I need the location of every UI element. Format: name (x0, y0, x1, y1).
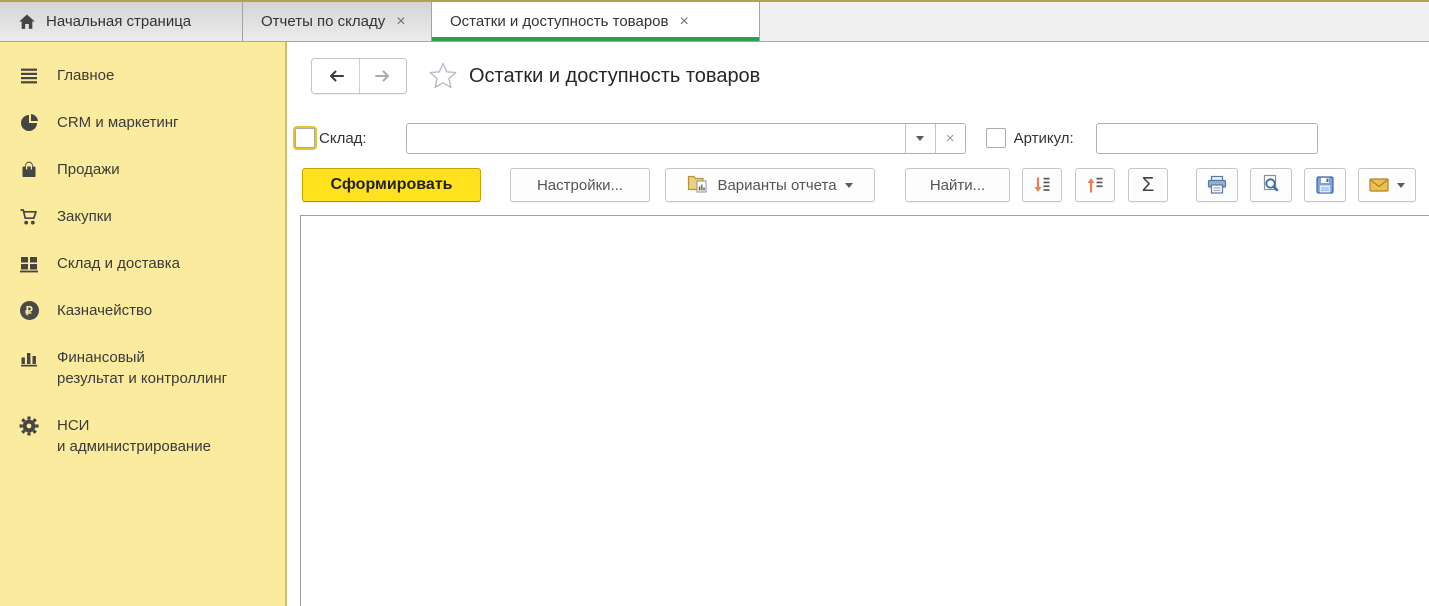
page-title: Остатки и доступность товаров (469, 65, 760, 88)
tab-label: Начальная страница (46, 13, 191, 30)
sidebar-item-nsi-administration[interactable]: НСИ и администрирование (0, 402, 285, 470)
tab-bar: Начальная страница Отчеты по складу × Ос… (0, 0, 1429, 42)
sort-ascending-icon (1085, 175, 1105, 195)
sort-descending-button[interactable] (1022, 168, 1062, 202)
warehouse-clear-button[interactable]: × (935, 124, 965, 153)
gear-icon (18, 416, 40, 436)
sidebar-item-label: Финансовый результат и контроллинг (57, 347, 227, 389)
save-button[interactable] (1304, 168, 1346, 202)
sidebar-item-label: Склад и доставка (57, 253, 180, 274)
clear-icon: × (946, 131, 955, 146)
sidebar: Главное CRM и маркетинг Продажи (0, 42, 287, 606)
sort-descending-icon (1032, 175, 1052, 195)
report-variant-folder-icon (687, 173, 709, 197)
sidebar-item-label: Закупки (57, 206, 112, 227)
warehouse-filter-checkbox[interactable] (295, 128, 315, 148)
close-icon[interactable]: × (395, 14, 406, 30)
pie-chart-icon (18, 113, 40, 133)
print-button[interactable] (1196, 168, 1238, 202)
print-preview-button[interactable] (1250, 168, 1292, 202)
sidebar-item-label: Главное (57, 65, 114, 86)
home-icon (18, 14, 36, 30)
sidebar-item-treasury[interactable]: ₽ Казначейство (0, 287, 285, 334)
warehouse-icon (18, 254, 40, 274)
warehouse-input[interactable] (407, 124, 905, 153)
generate-report-button[interactable]: Сформировать (302, 168, 481, 202)
tab-warehouse-reports[interactable]: Отчеты по складу × (243, 2, 432, 41)
sidebar-item-label: Продажи (57, 159, 120, 180)
tab-home-page[interactable]: Начальная страница (0, 2, 243, 41)
sidebar-item-financial-result[interactable]: Финансовый результат и контроллинг (0, 334, 285, 402)
forward-arrow-icon (374, 69, 392, 83)
report-variants-label: Варианты отчета (717, 177, 836, 194)
article-input[interactable] (1096, 123, 1318, 154)
main-content: Остатки и доступность товаров Склад: × А… (287, 42, 1429, 606)
report-toolbar: Сформировать Настройки... Варианты отчет… (287, 168, 1416, 202)
sidebar-item-label: НСИ и администрирование (57, 415, 211, 457)
chevron-down-icon (845, 183, 853, 188)
report-variants-button[interactable]: Варианты отчета (665, 168, 875, 202)
tab-stock-availability[interactable]: Остатки и доступность товаров × (432, 2, 760, 41)
navigation-row: Остатки и доступность товаров (287, 58, 760, 94)
sidebar-item-label: CRM и маркетинг (57, 112, 178, 133)
sidebar-item-label: Казначейство (57, 300, 152, 321)
warehouse-filter-label: Склад: (319, 130, 367, 147)
send-email-button[interactable] (1358, 168, 1416, 202)
tab-label: Отчеты по складу (261, 13, 385, 30)
back-arrow-icon (327, 69, 345, 83)
sidebar-item-main[interactable]: Главное (0, 52, 285, 99)
favorite-star-icon[interactable] (428, 61, 458, 91)
warehouse-combo-field: × (406, 123, 966, 154)
close-icon[interactable]: × (678, 14, 689, 30)
warehouse-dropdown-button[interactable] (905, 124, 935, 153)
app-window: Начальная страница Отчеты по складу × Ос… (0, 0, 1429, 606)
sidebar-item-crm-marketing[interactable]: CRM и маркетинг (0, 99, 285, 146)
tab-bar-empty-space (760, 2, 1429, 41)
chevron-down-icon (1397, 183, 1405, 188)
active-tab-underline (432, 37, 759, 41)
report-result-area (300, 215, 1429, 606)
ruble-coin-icon: ₽ (18, 301, 40, 320)
cart-icon (18, 207, 40, 227)
back-button[interactable] (312, 59, 359, 93)
forward-button[interactable] (359, 59, 406, 93)
chevron-down-icon (916, 136, 924, 141)
sidebar-item-purchasing[interactable]: Закупки (0, 193, 285, 240)
tab-label: Остатки и доступность товаров (450, 13, 668, 30)
article-filter-label: Артикул: (1014, 130, 1074, 147)
shopping-bag-icon (18, 160, 40, 180)
sigma-icon: Σ (1142, 174, 1154, 197)
envelope-icon (1369, 177, 1389, 193)
settings-button[interactable]: Настройки... (510, 168, 650, 202)
menu-icon (18, 66, 40, 86)
sidebar-item-sales[interactable]: Продажи (0, 146, 285, 193)
document-search-icon (1260, 174, 1282, 196)
article-filter-checkbox[interactable] (986, 128, 1006, 148)
floppy-disk-icon (1315, 175, 1335, 195)
printer-icon (1206, 175, 1228, 195)
filter-row: Склад: × Артикул: (287, 122, 1318, 154)
history-nav-group (311, 58, 407, 94)
bar-chart-icon (18, 348, 40, 368)
find-button[interactable]: Найти... (905, 168, 1010, 202)
sidebar-item-warehouse-delivery[interactable]: Склад и доставка (0, 240, 285, 287)
sort-ascending-button[interactable] (1075, 168, 1115, 202)
totals-sigma-button[interactable]: Σ (1128, 168, 1168, 202)
